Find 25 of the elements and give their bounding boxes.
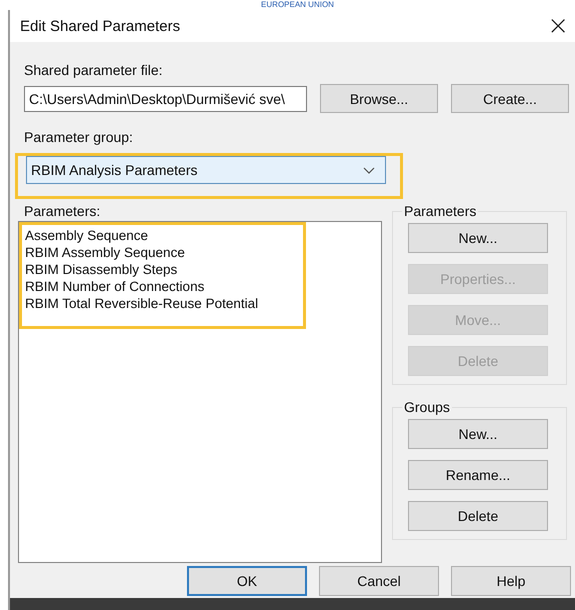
window-title: Edit Shared Parameters bbox=[20, 18, 180, 34]
field-label: Parameters: bbox=[24, 203, 102, 219]
list-item[interactable]: RBIM Total Reversible-Reuse Potential bbox=[25, 295, 303, 312]
group-dropdown[interactable]: RBIM Analysis Parameters bbox=[26, 156, 386, 184]
panel-title: Groups bbox=[403, 399, 451, 415]
file-button[interactable]: Create... bbox=[451, 84, 569, 113]
list-item[interactable]: RBIM Number of Connections bbox=[25, 278, 303, 295]
file-button[interactable]: Browse... bbox=[320, 84, 438, 113]
panel-title: Parameters bbox=[403, 203, 478, 219]
panel-button[interactable]: New... bbox=[408, 419, 548, 449]
field-label: Parameter group: bbox=[24, 129, 134, 145]
list-item[interactable]: RBIM Assembly Sequence bbox=[25, 244, 303, 261]
dialog-button[interactable]: OK bbox=[187, 566, 307, 596]
file-path-field[interactable]: C:\Users\Admin\Desktop\Durmišević sve\ bbox=[24, 86, 307, 112]
chevron-down-icon bbox=[363, 166, 375, 174]
dialog-button[interactable]: Cancel bbox=[319, 566, 439, 596]
header-text: EUROPEAN UNION bbox=[261, 0, 334, 10]
field-label: Shared parameter file: bbox=[24, 62, 164, 78]
panel-button[interactable]: Delete bbox=[408, 501, 548, 531]
panel-button[interactable]: Rename... bbox=[408, 460, 548, 490]
panel-button[interactable]: New... bbox=[408, 223, 548, 253]
dialog-button[interactable]: Help bbox=[451, 566, 571, 596]
close-button[interactable]: × bbox=[545, 13, 571, 39]
list-item[interactable]: RBIM Disassembly Steps bbox=[25, 261, 303, 278]
list-item[interactable]: Assembly Sequence bbox=[25, 227, 303, 244]
